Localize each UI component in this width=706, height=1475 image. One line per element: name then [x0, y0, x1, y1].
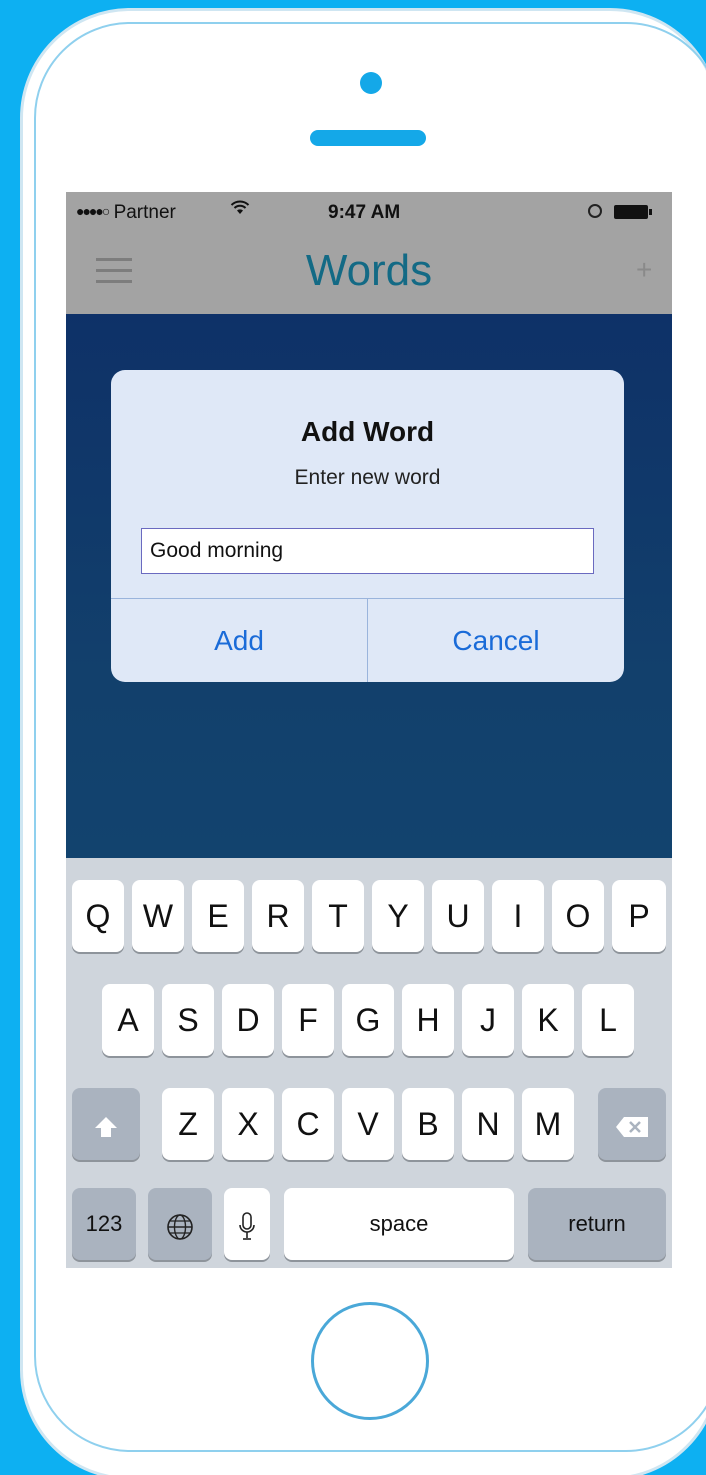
battery-icon [614, 205, 652, 219]
dialog-message: Enter new word [294, 466, 441, 489]
status-time: 9:47 AM [328, 202, 401, 223]
carrier-info: ●●●●○ Partner [76, 202, 176, 224]
add-word-dialog: Add Word Enter new word Add Cancel [111, 370, 624, 682]
backspace-icon [614, 1106, 650, 1142]
key-x[interactable]: X [222, 1088, 274, 1160]
key-i[interactable]: I [492, 880, 544, 952]
key-l[interactable]: L [582, 984, 634, 1056]
add-icon[interactable]: + [636, 254, 652, 286]
camera-dot [360, 72, 382, 94]
home-button[interactable] [311, 1302, 429, 1420]
navigation-bar: ●●●●○ Partner 9:47 AM Words + [66, 192, 672, 314]
key-f[interactable]: F [282, 984, 334, 1056]
key-t[interactable]: T [312, 880, 364, 952]
key-y[interactable]: Y [372, 880, 424, 952]
page-title: Words [305, 246, 433, 295]
shift-key[interactable] [72, 1088, 140, 1160]
return-key[interactable]: return [528, 1188, 666, 1260]
microphone-icon [237, 1206, 257, 1242]
key-g[interactable]: G [342, 984, 394, 1056]
key-q[interactable]: Q [72, 880, 124, 952]
globe-key[interactable] [148, 1188, 212, 1260]
backspace-key[interactable] [598, 1088, 666, 1160]
key-c[interactable]: C [282, 1088, 334, 1160]
wifi-icon [230, 200, 250, 221]
key-v[interactable]: V [342, 1088, 394, 1160]
dictation-key[interactable] [224, 1188, 270, 1260]
key-s[interactable]: S [162, 984, 214, 1056]
key-w[interactable]: W [132, 880, 184, 952]
space-key[interactable]: space [284, 1188, 514, 1260]
keyboard: Q W E R T Y U I O P A S D F G H J K L Z … [66, 858, 672, 1268]
key-z[interactable]: Z [162, 1088, 214, 1160]
stage: ●●●●○ Partner 9:47 AM Words + Add Word E… [0, 0, 706, 1475]
signal-strength-icon: ●●●●○ [76, 203, 110, 219]
key-k[interactable]: K [522, 984, 574, 1056]
carrier-name: Partner [113, 202, 176, 223]
key-a[interactable]: A [102, 984, 154, 1056]
orientation-lock-icon [588, 204, 602, 218]
key-d[interactable]: D [222, 984, 274, 1056]
numbers-key[interactable]: 123 [72, 1188, 136, 1260]
key-e[interactable]: E [192, 880, 244, 952]
key-b[interactable]: B [402, 1088, 454, 1160]
word-input[interactable] [141, 528, 594, 574]
phone-screen: ●●●●○ Partner 9:47 AM Words + Add Word E… [66, 192, 672, 1268]
globe-icon [165, 1206, 195, 1242]
key-m[interactable]: M [522, 1088, 574, 1160]
key-j[interactable]: J [462, 984, 514, 1056]
key-p[interactable]: P [612, 880, 666, 952]
status-bar: ●●●●○ Partner 9:47 AM [66, 192, 672, 234]
speaker-slot [310, 130, 426, 146]
key-r[interactable]: R [252, 880, 304, 952]
dialog-title: Add Word [300, 416, 435, 447]
key-n[interactable]: N [462, 1088, 514, 1160]
key-h[interactable]: H [402, 984, 454, 1056]
add-button[interactable]: Add [111, 599, 367, 682]
shift-arrow-icon [93, 1106, 119, 1142]
key-u[interactable]: U [432, 880, 484, 952]
key-o[interactable]: O [552, 880, 604, 952]
cancel-button[interactable]: Cancel [368, 599, 624, 682]
